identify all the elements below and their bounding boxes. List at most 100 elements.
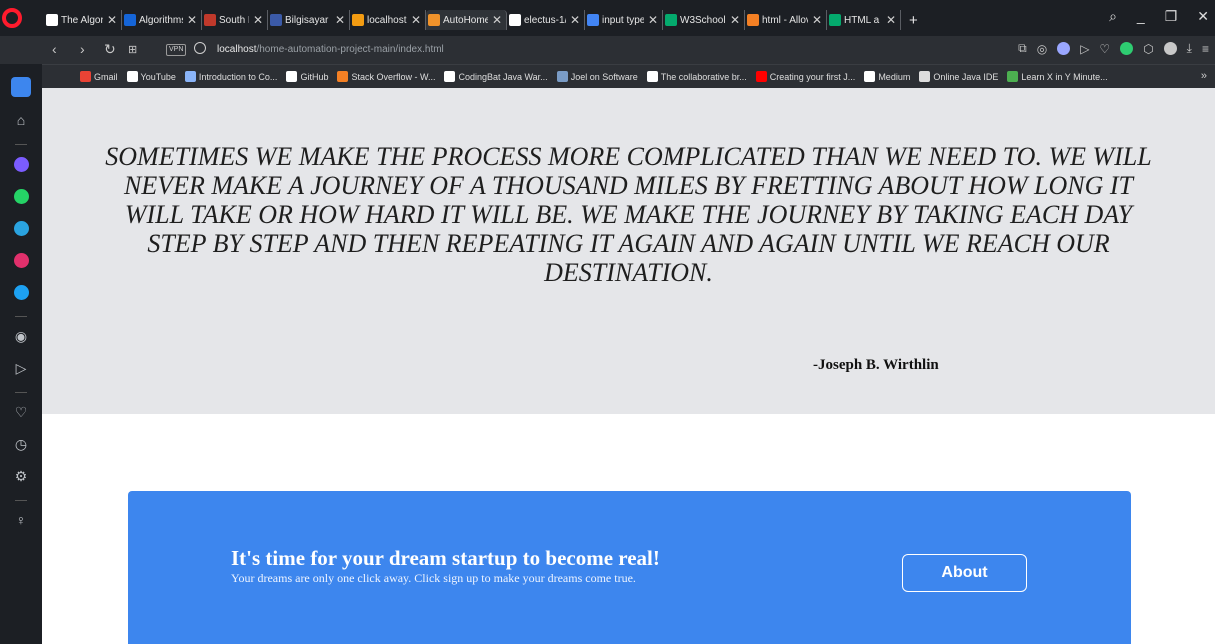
browser-tab[interactable]: Bilgisayar M ✕ (268, 10, 350, 30)
speed-dial-sidebar-icon[interactable] (11, 77, 31, 97)
browser-tab[interactable]: W3Schools ✕ (663, 10, 745, 30)
tab-close-icon[interactable]: ✕ (812, 13, 822, 27)
bookmark-item[interactable]: CodingBat Java War... (444, 71, 548, 82)
bookmark-item[interactable]: Learn X in Y Minute... (1007, 71, 1108, 82)
new-tab-button[interactable]: + (909, 12, 918, 29)
tab-label: The Algorit (61, 14, 103, 26)
tab-label: localhost / (367, 14, 407, 26)
tab-close-icon[interactable]: ✕ (411, 13, 421, 27)
bookmark-favicon-icon (80, 71, 91, 82)
instagram-icon[interactable] (11, 250, 31, 270)
bookmark-item[interactable]: GitHub (286, 71, 328, 82)
url-path: /home-automation-project-main/index.html (256, 44, 444, 55)
window-controls: ⌕ _ ❐ ✕ (1109, 8, 1209, 25)
tab-close-icon[interactable]: ✕ (335, 13, 345, 27)
snapshot-icon[interactable]: ⧉ (1018, 41, 1027, 56)
search-tabs-icon[interactable]: ⌕ (1109, 8, 1117, 25)
browser-tab[interactable]: electus-1/h ✕ (507, 10, 585, 30)
browser-tab[interactable]: input type ✕ (585, 10, 663, 30)
browser-tab[interactable]: Algorithms ✕ (122, 10, 202, 30)
messenger-icon[interactable] (11, 154, 31, 174)
tips-lightbulb-icon[interactable]: ♀ (11, 510, 31, 530)
bookmark-favicon-icon (556, 71, 568, 82)
bookmark-favicon-icon (184, 71, 196, 82)
tab-favicon-icon (270, 14, 282, 26)
heart-icon[interactable]: ♡ (1099, 42, 1110, 56)
pinboard-heart-icon[interactable]: ♡ (11, 402, 31, 422)
bookmark-item[interactable]: Joel on Software (556, 71, 638, 82)
player-icon[interactable]: ▷ (1080, 42, 1089, 56)
tab-close-icon[interactable]: ✕ (187, 13, 197, 27)
bookmark-item[interactable]: Gmail (80, 71, 118, 82)
close-window-icon[interactable]: ✕ (1197, 8, 1209, 25)
download-icon[interactable]: ⤓ (1187, 41, 1192, 56)
url-field[interactable]: localhost/home-automation-project-main/i… (217, 44, 444, 55)
bookmark-favicon-icon (646, 71, 658, 82)
tab-favicon-icon (124, 14, 136, 26)
tab-favicon-icon (587, 14, 599, 26)
reload-icon[interactable]: ↻ (104, 41, 116, 58)
bookmark-item[interactable]: The collaborative br... (646, 71, 747, 82)
about-button[interactable]: About (902, 554, 1027, 592)
toolbar-actions: ⧉ ◎ ▷ ♡ ⬡ ⤓ ≡ (1018, 41, 1209, 56)
speed-dial-icon[interactable]: ⊞ (128, 43, 137, 56)
bookmark-label: Creating your first J... (769, 71, 856, 82)
tab-label: AutoHome (443, 14, 488, 26)
telegram-icon[interactable] (11, 218, 31, 238)
browser-tab[interactable]: AutoHome ✕ (426, 10, 507, 30)
music-player-icon[interactable]: ◉ (11, 326, 31, 346)
tab-close-icon[interactable]: ✕ (570, 13, 580, 27)
opera-menu-icon[interactable] (2, 8, 22, 28)
bookmark-item[interactable]: YouTube (126, 71, 176, 82)
tab-label: input type (602, 14, 644, 26)
site-info-icon[interactable] (194, 42, 206, 54)
twitter-icon[interactable] (11, 282, 31, 302)
browser-tab[interactable]: South Park ✕ (202, 10, 268, 30)
vpn-badge[interactable]: VPN (166, 44, 187, 56)
bookmark-item[interactable]: Medium (864, 71, 910, 82)
tab-label: html - Allov (762, 14, 808, 26)
bookmark-label: Medium (878, 71, 911, 82)
browser-tab[interactable]: html - Allov ✕ (745, 10, 827, 30)
flow-icon[interactable]: ▷ (11, 358, 31, 378)
tab-close-icon[interactable]: ✕ (730, 13, 740, 27)
camera-icon[interactable]: ◎ (1037, 42, 1047, 56)
bookmark-item[interactable]: Introduction to Co... (184, 71, 277, 82)
forward-icon[interactable]: › (80, 41, 85, 57)
address-bar: ‹ › ↻ ⊞ VPN localhost/home-automation-pr… (0, 36, 1215, 64)
bookmark-favicon-icon (1007, 71, 1019, 82)
easy-setup-icon[interactable]: ≡ (1202, 42, 1209, 56)
browser-tab[interactable]: HTML a tag ✕ (827, 10, 901, 30)
tab-close-icon[interactable]: ✕ (648, 13, 658, 27)
bookmark-item[interactable]: Online Java IDE (919, 71, 998, 82)
bookmark-label: Online Java IDE (933, 71, 999, 82)
tab-close-icon[interactable]: ✕ (107, 13, 117, 27)
tab-close-icon[interactable]: ✕ (253, 13, 263, 27)
page-content: Sometimes we make the process more compl… (42, 88, 1215, 644)
cta-title: It's time for your dream startup to beco… (231, 546, 660, 570)
tab-label: Algorithms (139, 14, 183, 26)
bookmark-label: The collaborative br... (660, 71, 747, 82)
whatsapp-icon[interactable] (11, 186, 31, 206)
tab-label: HTML a tag (844, 14, 882, 26)
bookmark-item[interactable]: Stack Overflow - W... (337, 71, 435, 82)
home-icon[interactable]: ⌂ (11, 110, 31, 130)
browser-tab[interactable]: The Algorit ✕ (44, 10, 122, 30)
restore-icon[interactable]: ❐ (1165, 8, 1178, 25)
bookmark-favicon-icon (755, 71, 767, 82)
profile-icon[interactable] (1163, 42, 1177, 55)
extension-icon[interactable] (1120, 42, 1134, 55)
shield-icon[interactable] (1057, 42, 1071, 55)
history-icon[interactable]: ◷ (11, 434, 31, 454)
box-icon[interactable]: ⬡ (1143, 42, 1153, 56)
tab-favicon-icon (204, 14, 216, 26)
tab-label: Bilgisayar M (285, 14, 331, 26)
bookmark-item[interactable]: Creating your first J... (755, 71, 856, 82)
minimize-icon[interactable]: _ (1137, 8, 1145, 25)
back-icon[interactable]: ‹ (52, 41, 57, 57)
bookmarks-more-icon[interactable]: » (1201, 70, 1207, 82)
browser-tab[interactable]: localhost / ✕ (350, 10, 426, 30)
settings-icon[interactable]: ⚙ (11, 466, 31, 486)
tab-close-icon[interactable]: ✕ (886, 13, 896, 27)
tab-close-icon[interactable]: ✕ (492, 13, 502, 27)
